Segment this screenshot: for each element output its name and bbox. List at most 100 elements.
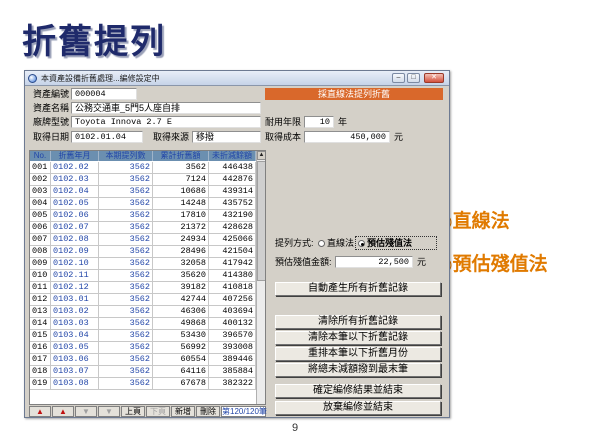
- cell-remaining[interactable]: 425066: [209, 234, 256, 245]
- table-row[interactable]: 001 0102.02 3562 3562 446438: [30, 162, 256, 174]
- table-row[interactable]: 003 0102.04 3562 10686 439314: [30, 186, 256, 198]
- cell-current-amount[interactable]: 3562: [99, 366, 153, 377]
- cell-remaining[interactable]: 407256: [209, 294, 256, 305]
- clear-below-button[interactable]: 清除本筆以下折舊記錄: [275, 331, 441, 345]
- cell-remaining[interactable]: 432190: [209, 210, 256, 221]
- cell-period[interactable]: 0102.12: [51, 282, 99, 293]
- source-field[interactable]: 移撥: [192, 131, 261, 143]
- cell-no[interactable]: 016: [30, 342, 51, 353]
- cell-no[interactable]: 019: [30, 378, 51, 389]
- maximize-button[interactable]: □: [407, 73, 420, 83]
- table-row[interactable]: 018 0103.07 3562 64116 385884: [30, 366, 256, 378]
- reorder-months-button[interactable]: 重排本筆以下折舊月份: [275, 347, 441, 361]
- cell-accumulated[interactable]: 21372: [153, 222, 209, 233]
- cell-no[interactable]: 018: [30, 366, 51, 377]
- confirm-button[interactable]: 確定編修結果並結束: [275, 384, 441, 398]
- cell-current-amount[interactable]: 3562: [99, 270, 153, 281]
- cell-current-amount[interactable]: 3562: [99, 354, 153, 365]
- cell-accumulated[interactable]: 64116: [153, 366, 209, 377]
- residual-radio[interactable]: [358, 240, 365, 248]
- cell-current-amount[interactable]: 3562: [99, 198, 153, 209]
- table-row[interactable]: 012 0103.01 3562 42744 407256: [30, 294, 256, 306]
- next-record-button[interactable]: ▼: [75, 406, 97, 417]
- cell-current-amount[interactable]: 3562: [99, 234, 153, 245]
- delete-record-button[interactable]: 刪除: [196, 406, 220, 417]
- table-row[interactable]: 006 0102.07 3562 21372 428628: [30, 222, 256, 234]
- cell-no[interactable]: 002: [30, 174, 51, 185]
- cell-current-amount[interactable]: 3562: [99, 174, 153, 185]
- cell-current-amount[interactable]: 3562: [99, 342, 153, 353]
- cell-period[interactable]: 0103.06: [51, 354, 99, 365]
- cell-remaining[interactable]: 446438: [209, 162, 256, 173]
- cell-accumulated[interactable]: 14248: [153, 198, 209, 209]
- cell-accumulated[interactable]: 32058: [153, 258, 209, 269]
- cell-accumulated[interactable]: 49868: [153, 318, 209, 329]
- cell-accumulated[interactable]: 60554: [153, 354, 209, 365]
- cell-accumulated[interactable]: 24934: [153, 234, 209, 245]
- cell-remaining[interactable]: 400132: [209, 318, 256, 329]
- column-header-current-amount[interactable]: 本期提列數: [99, 151, 153, 161]
- cell-accumulated[interactable]: 46306: [153, 306, 209, 317]
- table-row[interactable]: 015 0103.04 3562 53430 396570: [30, 330, 256, 342]
- cell-accumulated[interactable]: 56992: [153, 342, 209, 353]
- cell-no[interactable]: 005: [30, 210, 51, 221]
- cell-accumulated[interactable]: 17810: [153, 210, 209, 221]
- column-header-remaining[interactable]: 未折減餘額: [209, 151, 256, 161]
- table-row[interactable]: 016 0103.05 3562 56992 393008: [30, 342, 256, 354]
- page-up-button[interactable]: 上頁: [121, 406, 145, 417]
- table-row[interactable]: 005 0102.06 3562 17810 432190: [30, 210, 256, 222]
- cell-remaining[interactable]: 396570: [209, 330, 256, 341]
- cell-period[interactable]: 0103.02: [51, 306, 99, 317]
- cell-no[interactable]: 009: [30, 258, 51, 269]
- add-record-button[interactable]: 新增: [171, 406, 195, 417]
- table-row[interactable]: 017 0103.06 3562 60554 389446: [30, 354, 256, 366]
- table-row[interactable]: 004 0102.05 3562 14248 435752: [30, 198, 256, 210]
- cell-accumulated[interactable]: 42744: [153, 294, 209, 305]
- cell-accumulated[interactable]: 10686: [153, 186, 209, 197]
- cell-period[interactable]: 0102.08: [51, 234, 99, 245]
- cell-current-amount[interactable]: 3562: [99, 186, 153, 197]
- cell-period[interactable]: 0103.03: [51, 318, 99, 329]
- cell-remaining[interactable]: 414380: [209, 270, 256, 281]
- cell-current-amount[interactable]: 3562: [99, 210, 153, 221]
- scroll-up-icon[interactable]: ▲: [257, 151, 265, 160]
- cell-accumulated[interactable]: 35620: [153, 270, 209, 281]
- cell-current-amount[interactable]: 3562: [99, 294, 153, 305]
- cell-period[interactable]: 0102.03: [51, 174, 99, 185]
- straight-line-radio[interactable]: [318, 240, 325, 248]
- cell-remaining[interactable]: 410818: [209, 282, 256, 293]
- table-row[interactable]: 007 0102.08 3562 24934 425066: [30, 234, 256, 246]
- table-row[interactable]: 010 0102.11 3562 35620 414380: [30, 270, 256, 282]
- clear-all-button[interactable]: 清除所有折舊記錄: [275, 315, 441, 329]
- cell-remaining[interactable]: 403694: [209, 306, 256, 317]
- first-record-button[interactable]: ▲: [29, 406, 51, 417]
- close-button[interactable]: ✕: [424, 73, 444, 83]
- cell-period[interactable]: 0102.05: [51, 198, 99, 209]
- table-row[interactable]: 008 0102.09 3562 28496 421504: [30, 246, 256, 258]
- cell-current-amount[interactable]: 3562: [99, 282, 153, 293]
- page-down-button[interactable]: 下頁: [146, 406, 170, 417]
- table-row[interactable]: 002 0102.03 3562 7124 442876: [30, 174, 256, 186]
- cell-remaining[interactable]: 435752: [209, 198, 256, 209]
- cell-period[interactable]: 0102.11: [51, 270, 99, 281]
- cell-accumulated[interactable]: 7124: [153, 174, 209, 185]
- straight-line-option[interactable]: 直線法: [318, 237, 354, 249]
- cell-accumulated[interactable]: 28496: [153, 246, 209, 257]
- minimize-button[interactable]: –: [392, 73, 405, 83]
- acquire-date-field[interactable]: 0102.01.04: [71, 131, 143, 143]
- cell-period[interactable]: 0102.07: [51, 222, 99, 233]
- table-row[interactable]: 014 0103.03 3562 49868 400132: [30, 318, 256, 330]
- cell-no[interactable]: 012: [30, 294, 51, 305]
- cell-remaining[interactable]: 442876: [209, 174, 256, 185]
- scroll-thumb[interactable]: [257, 161, 265, 281]
- cell-current-amount[interactable]: 3562: [99, 378, 153, 389]
- cell-remaining[interactable]: 439314: [209, 186, 256, 197]
- cell-no[interactable]: 013: [30, 306, 51, 317]
- cell-no[interactable]: 004: [30, 198, 51, 209]
- cell-no[interactable]: 017: [30, 354, 51, 365]
- table-row[interactable]: 013 0103.02 3562 46306 403694: [30, 306, 256, 318]
- life-field[interactable]: 10: [304, 116, 334, 128]
- cell-no[interactable]: 003: [30, 186, 51, 197]
- last-record-button[interactable]: ▼: [98, 406, 120, 417]
- cell-remaining[interactable]: 389446: [209, 354, 256, 365]
